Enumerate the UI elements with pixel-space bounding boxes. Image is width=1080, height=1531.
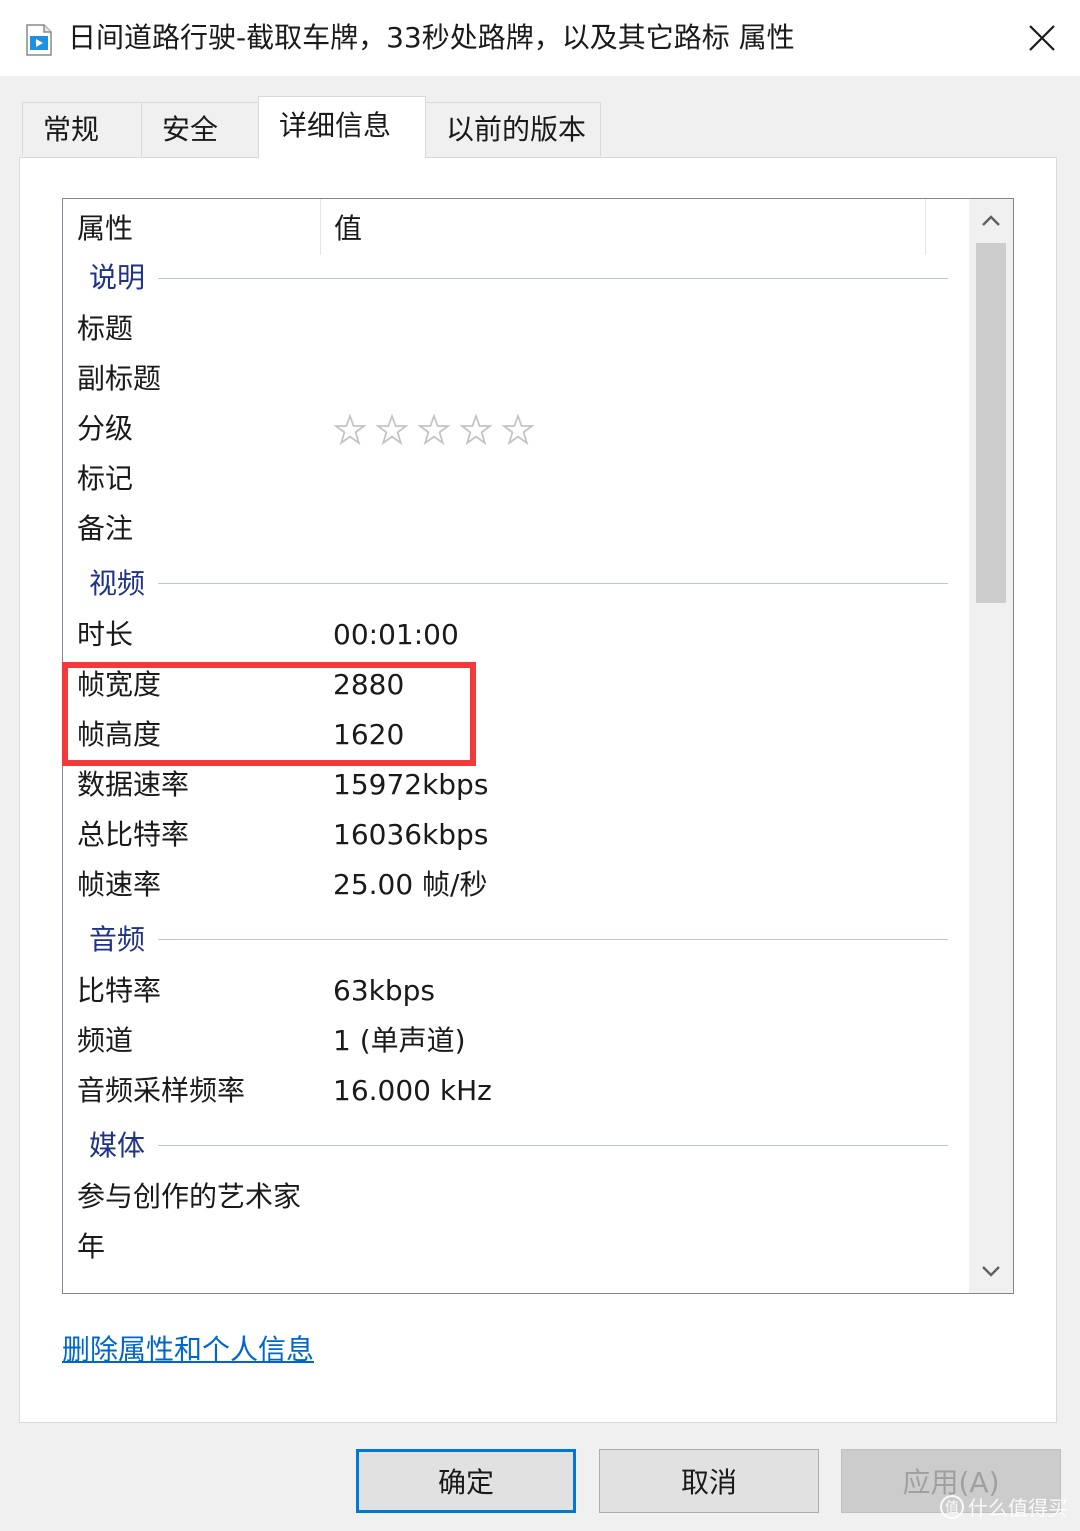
tab-details[interactable]: 详细信息 <box>258 96 426 158</box>
tab-previous-versions[interactable]: 以前的版本 <box>425 102 601 156</box>
remove-properties-link[interactable]: 删除属性和个人信息 <box>62 1330 314 1370</box>
property-name: 标记 <box>77 462 134 495</box>
list-item[interactable]: 年 <box>63 1223 968 1273</box>
property-name: 标题 <box>77 312 134 345</box>
group-divider <box>158 278 948 279</box>
title-bar: 日间道路行驶-截取车牌，33秒处路牌，以及其它路标 属性 <box>0 0 1080 76</box>
group-label: 媒体 <box>89 1123 154 1169</box>
list-item[interactable]: 频道 1 (单声道) <box>63 1017 968 1067</box>
list-item[interactable]: 音频采样频率 16.000 kHz <box>63 1067 968 1117</box>
watermark: 值 什么值得买 <box>940 1492 1068 1521</box>
list-item[interactable]: 标题 <box>63 305 968 355</box>
property-list[interactable]: 属性 值 说明 标题 副标题 分级 标记 备注 视频 时长 00:01:00 帧… <box>62 198 1014 1294</box>
close-button[interactable] <box>1004 0 1080 76</box>
group-divider <box>158 583 948 584</box>
property-value: 1620 <box>333 718 405 751</box>
property-value: 63kbps <box>333 974 435 1007</box>
property-value: 16036kbps <box>333 818 489 851</box>
property-name: 年 <box>77 1230 106 1263</box>
column-header-value[interactable]: 值 <box>320 199 925 255</box>
group-label: 视频 <box>89 561 154 607</box>
watermark-logo-icon: 值 <box>940 1494 964 1519</box>
scroll-down-button[interactable] <box>969 1249 1013 1293</box>
group-audio: 音频 <box>63 911 968 967</box>
group-video: 视频 <box>63 555 968 611</box>
property-name: 总比特率 <box>77 818 190 851</box>
list-item[interactable]: 比特率 63kbps <box>63 967 968 1017</box>
star-icon[interactable] <box>417 413 451 447</box>
close-icon <box>1029 25 1055 51</box>
property-name: 帧宽度 <box>77 668 162 701</box>
chevron-down-icon <box>982 1266 1000 1277</box>
list-item[interactable]: 时长 00:01:00 <box>63 611 968 661</box>
chevron-up-icon <box>982 215 1000 226</box>
property-value: 1 (单声道) <box>333 1024 466 1057</box>
group-divider <box>158 939 948 940</box>
list-header: 属性 值 <box>63 199 968 255</box>
star-icon[interactable] <box>459 413 493 447</box>
group-divider <box>158 1145 948 1146</box>
property-value: 16.000 kHz <box>333 1074 492 1107</box>
property-value: 15972kbps <box>333 768 489 801</box>
list-item[interactable]: 帧宽度 2880 <box>63 661 968 711</box>
star-icon[interactable] <box>501 413 535 447</box>
cancel-button[interactable]: 取消 <box>599 1449 819 1513</box>
property-name: 比特率 <box>77 974 162 1007</box>
property-value: 25.00 帧/秒 <box>333 868 488 901</box>
property-name: 副标题 <box>77 362 162 395</box>
list-item[interactable]: 参与创作的艺术家 <box>63 1173 968 1223</box>
list-item[interactable]: 数据速率 15972kbps <box>63 761 968 811</box>
scrollbar-thumb[interactable] <box>976 243 1006 603</box>
property-value: 00:01:00 <box>333 618 459 651</box>
list-item[interactable]: 分级 <box>63 405 968 455</box>
ok-button[interactable]: 确定 <box>356 1449 576 1513</box>
list-rows: 说明 标题 副标题 分级 标记 备注 视频 时长 00:01:00 帧宽度 28… <box>63 255 968 1273</box>
list-item[interactable]: 备注 <box>63 505 968 555</box>
column-header-property[interactable]: 属性 <box>63 199 320 255</box>
watermark-text: 什么值得买 <box>968 1496 1068 1520</box>
property-name: 备注 <box>77 512 134 545</box>
group-media: 媒体 <box>63 1117 968 1173</box>
star-icon[interactable] <box>375 413 409 447</box>
property-name: 分级 <box>77 412 134 445</box>
group-label: 说明 <box>89 255 154 301</box>
list-item[interactable]: 标记 <box>63 455 968 505</box>
property-value: 2880 <box>333 668 405 701</box>
video-file-icon <box>24 24 54 56</box>
list-item[interactable]: 总比特率 16036kbps <box>63 811 968 861</box>
rating-stars[interactable] <box>333 413 535 447</box>
list-item[interactable]: 帧速率 25.00 帧/秒 <box>63 861 968 911</box>
property-name: 音频采样频率 <box>77 1074 246 1107</box>
property-name: 参与创作的艺术家 <box>77 1180 302 1213</box>
property-name: 数据速率 <box>77 768 190 801</box>
property-name: 时长 <box>77 618 134 651</box>
column-divider[interactable] <box>925 199 926 255</box>
tab-security[interactable]: 安全 <box>141 102 259 156</box>
group-description: 说明 <box>63 255 968 305</box>
property-name: 帧速率 <box>77 868 162 901</box>
group-label: 音频 <box>89 917 154 963</box>
property-name: 频道 <box>77 1024 134 1057</box>
list-item[interactable]: 副标题 <box>63 355 968 405</box>
star-icon[interactable] <box>333 413 367 447</box>
property-name: 帧高度 <box>77 718 162 751</box>
list-item[interactable]: 帧高度 1620 <box>63 711 968 761</box>
window-title: 日间道路行驶-截取车牌，33秒处路牌，以及其它路标 属性 <box>68 21 795 54</box>
vertical-scrollbar[interactable] <box>969 199 1013 1293</box>
scroll-up-button[interactable] <box>969 199 1013 243</box>
tab-general[interactable]: 常规 <box>22 102 142 156</box>
